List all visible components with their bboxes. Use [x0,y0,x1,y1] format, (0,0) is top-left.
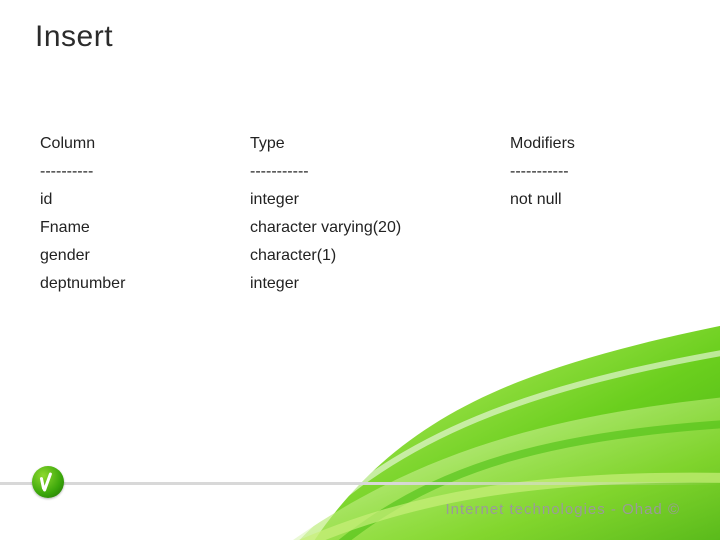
cell-modifiers: not null [510,186,670,214]
header-modifiers: Modifiers [510,130,670,158]
divider-column: ---------- [40,158,250,186]
schema-table: Column Type Modifiers ---------- -------… [40,130,670,298]
header-column: Column [40,130,250,158]
cell-modifiers [510,242,670,270]
cell-type: integer [250,270,510,298]
cell-type: integer [250,186,510,214]
footer-divider [0,482,720,485]
cell-column: deptnumber [40,270,250,298]
cell-column: Fname [40,214,250,242]
table-row: deptnumber integer [40,270,670,298]
table-row: Fname character varying(20) [40,214,670,242]
schema-divider: ---------- ----------- ----------- [40,158,670,186]
table-row: id integer not null [40,186,670,214]
cell-column: id [40,186,250,214]
cell-column: gender [40,242,250,270]
table-row: gender character(1) [40,242,670,270]
divider-modifiers: ----------- [510,158,670,186]
header-type: Type [250,130,510,158]
logo-icon [32,466,64,498]
cell-type: character varying(20) [250,214,510,242]
cell-modifiers [510,270,670,298]
cell-modifiers [510,214,670,242]
divider-type: ----------- [250,158,510,186]
schema-header: Column Type Modifiers [40,130,670,158]
footer-text: Internet technologies - Ohad © [445,501,680,518]
slide-title: Insert [35,20,113,54]
cell-type: character(1) [250,242,510,270]
